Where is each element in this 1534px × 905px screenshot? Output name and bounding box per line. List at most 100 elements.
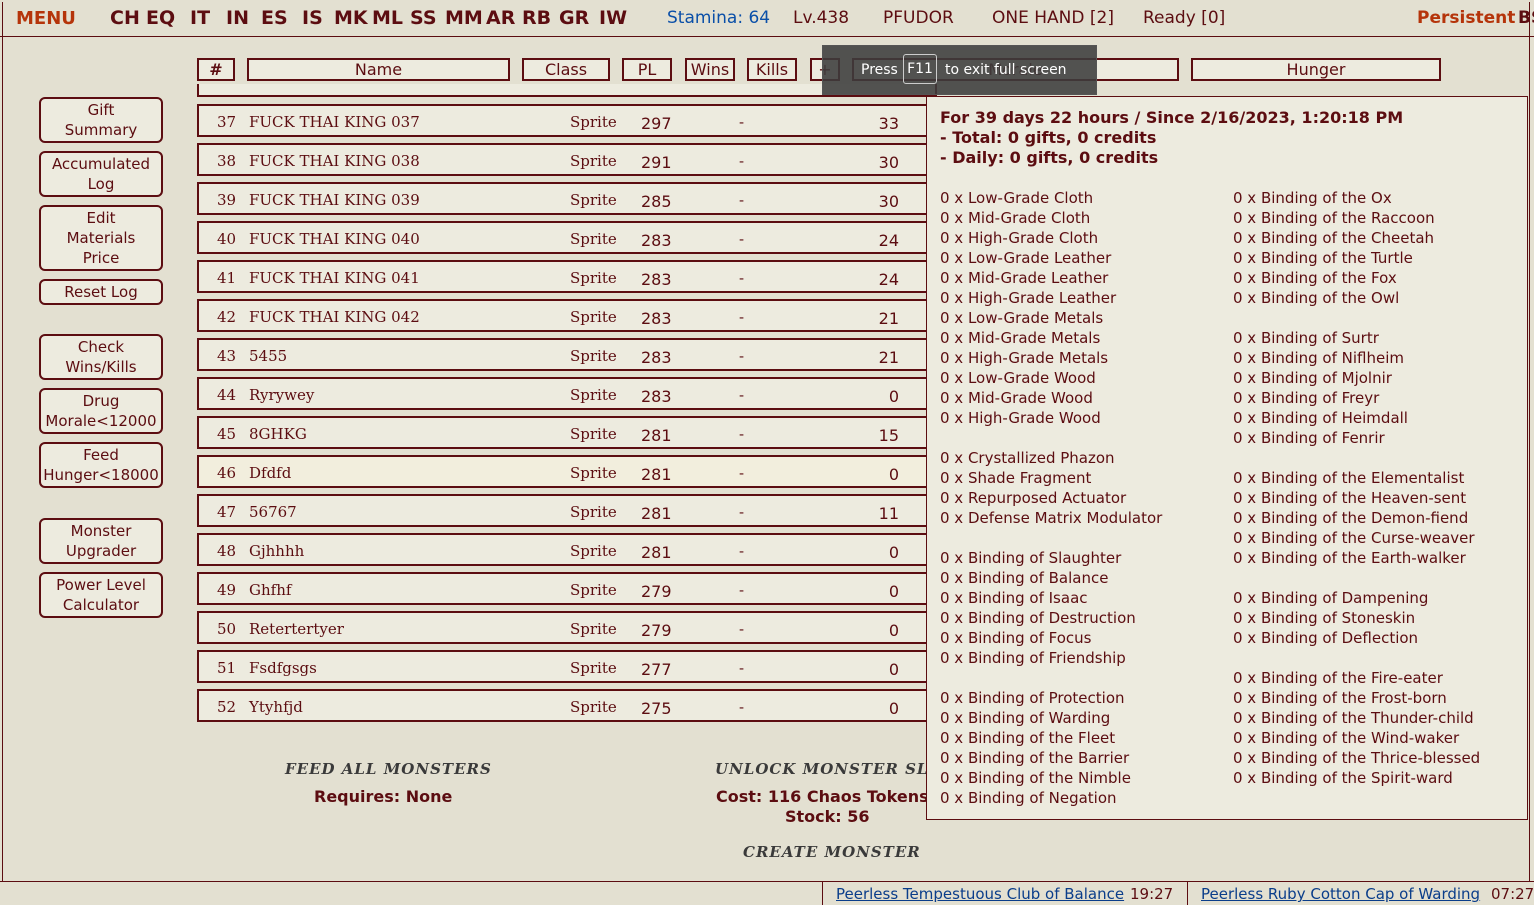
gift-item: 0 x Binding of the Turtle bbox=[1233, 249, 1413, 267]
wins-value: - bbox=[739, 269, 745, 287]
wins-value: - bbox=[739, 659, 745, 677]
table-row[interactable]: 48 Gjhhhh Sprite 281 - 0 bbox=[197, 533, 937, 566]
table-row[interactable]: 39 FUCK THAI KING 039 Sprite 285 - 30 bbox=[197, 182, 937, 215]
header-hunger[interactable]: Hunger bbox=[1191, 58, 1441, 81]
create-monster-button[interactable]: CREATE MONSTER bbox=[743, 843, 921, 861]
table-row[interactable]: 49 Ghfhf Sprite 279 - 0 bbox=[197, 572, 937, 605]
row-number: 42 bbox=[217, 308, 237, 326]
persistent-link[interactable]: Persistent bbox=[1417, 8, 1515, 28]
unlock-cost: Cost: 116 Chaos Tokens bbox=[716, 787, 926, 806]
gift-item bbox=[940, 528, 1162, 548]
monster-name: FUCK THAI KING 040 bbox=[249, 230, 420, 248]
row-number: 39 bbox=[217, 191, 237, 209]
gift-item: 0 x Binding of Focus bbox=[940, 629, 1092, 647]
table-row[interactable]: 43 5455 Sprite 283 - 21 bbox=[197, 338, 937, 371]
header-kills[interactable]: Kills bbox=[747, 58, 797, 81]
wins-value: - bbox=[739, 698, 745, 716]
header-name[interactable]: Name bbox=[247, 58, 510, 81]
table-row[interactable]: 51 Fsdfgsgs Sprite 277 - 0 bbox=[197, 650, 937, 683]
table-row[interactable]: 37 FUCK THAI KING 037 Sprite 297 - 33 bbox=[197, 104, 937, 137]
monster-class: Sprite bbox=[570, 230, 617, 248]
nav-eq[interactable]: EQ bbox=[146, 7, 175, 29]
table-row[interactable]: 52 Ytyhfjd Sprite 275 - 0 bbox=[197, 689, 937, 722]
row-number: 47 bbox=[217, 503, 237, 521]
gift-item: 0 x Binding of the Owl bbox=[1233, 289, 1400, 307]
nav-it[interactable]: IT bbox=[190, 7, 210, 29]
monster-name: Ryrywey bbox=[249, 386, 315, 404]
reset-log-button[interactable]: Reset Log bbox=[39, 279, 163, 305]
nav-is[interactable]: IS bbox=[302, 7, 323, 29]
feed-all-monsters-button[interactable]: FEED ALL MONSTERS bbox=[285, 760, 492, 778]
wins-value: - bbox=[739, 386, 745, 404]
nav-in[interactable]: IN bbox=[226, 7, 249, 29]
edit-materials-price-button[interactable]: Edit Materials Price bbox=[39, 205, 163, 271]
kills-value: 0 bbox=[888, 543, 899, 562]
gift-item: 0 x Crystallized Phazon bbox=[940, 449, 1115, 467]
kills-value: 24 bbox=[878, 270, 899, 289]
monster-class: Sprite bbox=[570, 503, 617, 521]
header-pl[interactable]: PL bbox=[622, 58, 672, 81]
fighting-style-readout: ONE HAND [2] bbox=[992, 8, 1114, 28]
nav-iw[interactable]: IW bbox=[599, 7, 627, 29]
monster-name: FUCK THAI KING 037 bbox=[249, 113, 420, 131]
wins-value: - bbox=[739, 425, 745, 443]
table-row[interactable]: 38 FUCK THAI KING 038 Sprite 291 - 30 bbox=[197, 143, 937, 176]
monster-name: FUCK THAI KING 042 bbox=[249, 308, 420, 326]
menu-button[interactable]: MENU bbox=[16, 8, 76, 29]
fullscreen-toast: Press F11 to exit full screen bbox=[822, 45, 1097, 95]
overflow-label[interactable]: BS bbox=[1518, 8, 1534, 28]
nav-ar[interactable]: AR bbox=[486, 7, 515, 29]
toast-post: to exit full screen bbox=[945, 62, 1067, 78]
gift-item: 0 x Binding of Fenrir bbox=[1233, 429, 1385, 447]
row-number: 44 bbox=[217, 386, 237, 404]
table-row[interactable]: 40 FUCK THAI KING 040 Sprite 283 - 24 bbox=[197, 221, 937, 254]
table-row[interactable]: 44 Ryrywey Sprite 283 - 0 bbox=[197, 377, 937, 410]
f11-key: F11 bbox=[903, 54, 937, 84]
gift-summary-button[interactable]: Gift Summary bbox=[39, 97, 163, 143]
wins-value: - bbox=[739, 464, 745, 482]
gift-item: 0 x Binding of the Fire-eater bbox=[1233, 669, 1443, 687]
gift-item: 0 x Mid-Grade Wood bbox=[940, 389, 1093, 407]
kills-value: 0 bbox=[888, 582, 899, 601]
nav-es[interactable]: ES bbox=[261, 7, 288, 29]
power-level: 297 bbox=[641, 114, 672, 133]
table-row[interactable]: 41 FUCK THAI KING 041 Sprite 283 - 24 bbox=[197, 260, 937, 293]
header-class[interactable]: Class bbox=[522, 58, 610, 81]
gift-item: 0 x Binding of Destruction bbox=[940, 609, 1136, 627]
wins-value: - bbox=[739, 230, 745, 248]
nav-gr[interactable]: GR bbox=[559, 7, 589, 29]
header-number[interactable]: # bbox=[197, 58, 235, 81]
header-wins[interactable]: Wins bbox=[685, 58, 735, 81]
monster-name: Fsdfgsgs bbox=[249, 659, 317, 677]
gift-item: 0 x Binding of Warding bbox=[940, 709, 1111, 727]
table-row[interactable]: 50 Retertertyer Sprite 279 - 0 bbox=[197, 611, 937, 644]
feed-hunger-button[interactable]: Feed Hunger<18000 bbox=[39, 442, 163, 488]
nav-ch[interactable]: CH bbox=[110, 7, 140, 29]
check-wins-kills-button[interactable]: Check Wins/Kills bbox=[39, 334, 163, 380]
monster-upgrader-button[interactable]: Monster Upgrader bbox=[39, 518, 163, 564]
gift-item: 0 x Binding of the Nimble bbox=[940, 769, 1131, 787]
gift-item: 0 x Binding of Freyr bbox=[1233, 389, 1380, 407]
power-level-calculator-button[interactable]: Power Level Calculator bbox=[39, 572, 163, 618]
nav-ml[interactable]: ML bbox=[372, 7, 403, 29]
table-row[interactable]: 45 8GHKG Sprite 281 - 15 bbox=[197, 416, 937, 449]
table-row[interactable]: 47 56767 Sprite 281 - 11 bbox=[197, 494, 937, 527]
accumulated-log-button[interactable]: Accumulated Log bbox=[39, 151, 163, 197]
monster-list: 37 FUCK THAI KING 037 Sprite 297 - 33 38 FUCK T… bbox=[197, 84, 937, 734]
equipment-link-1[interactable]: Peerless Tempestuous Club of Balance bbox=[836, 885, 1124, 903]
gift-item: 0 x Binding of Deflection bbox=[1233, 629, 1419, 647]
table-row[interactable]: 46 Dfdfd Sprite 281 - 0 bbox=[197, 455, 937, 488]
gift-item: 0 x Binding of the Elementalist bbox=[1233, 469, 1465, 487]
monster-class: Sprite bbox=[570, 659, 617, 677]
table-row[interactable]: 42 FUCK THAI KING 042 Sprite 283 - 21 bbox=[197, 299, 937, 332]
gift-item: 0 x High-Grade Wood bbox=[940, 409, 1101, 427]
nav-mm[interactable]: MM bbox=[445, 7, 483, 29]
drug-morale-button[interactable]: Drug Morale<12000 bbox=[39, 388, 163, 434]
nav-mk[interactable]: MK bbox=[334, 7, 368, 29]
equipment-link-2[interactable]: Peerless Ruby Cotton Cap of Warding bbox=[1201, 885, 1480, 903]
nav-ss[interactable]: SS bbox=[410, 7, 437, 29]
nav-rb[interactable]: RB bbox=[522, 7, 551, 29]
gift-item: 0 x Low-Grade Wood bbox=[940, 369, 1096, 387]
gift-item bbox=[1233, 568, 1480, 588]
unlock-monster-slot-button[interactable]: UNLOCK MONSTER SLOT bbox=[715, 760, 926, 778]
